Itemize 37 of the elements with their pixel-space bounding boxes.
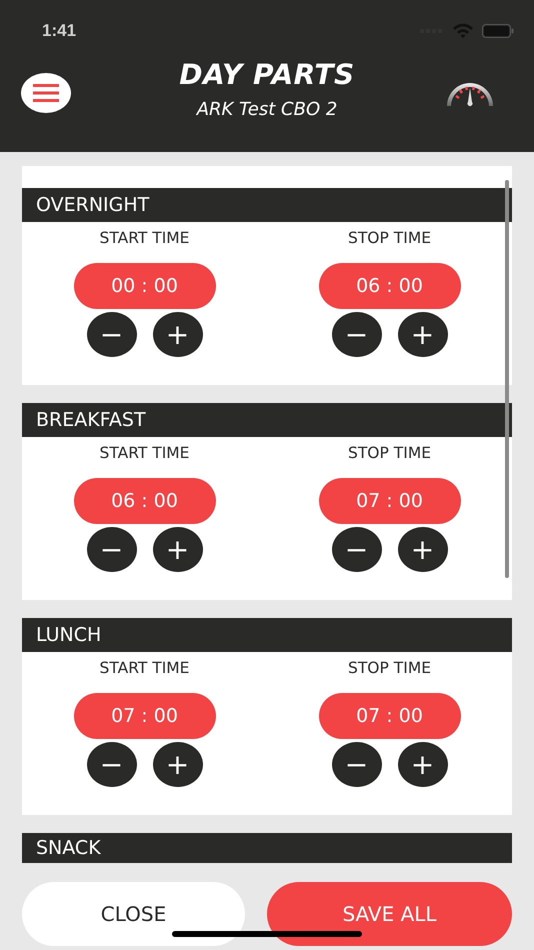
close-button[interactable]: CLOSE xyxy=(22,882,245,946)
menu-icon xyxy=(33,84,59,102)
time-value-button[interactable]: 00 : 00 xyxy=(74,263,216,309)
store-name: ARK Test CBO 2 xyxy=(196,99,338,120)
time-value-button[interactable]: 07 : 00 xyxy=(318,693,460,739)
increment-button[interactable]: + xyxy=(152,527,202,572)
menu-button[interactable] xyxy=(21,73,71,113)
time-label: START TIME xyxy=(100,229,190,249)
increment-button[interactable]: + xyxy=(152,312,202,357)
time-value-button[interactable]: 06 : 00 xyxy=(74,478,216,524)
time-label: STOP TIME xyxy=(348,444,431,464)
decrement-button[interactable]: − xyxy=(86,312,136,357)
time-value-button[interactable]: 07 : 00 xyxy=(74,693,216,739)
time-label: STOP TIME xyxy=(348,229,431,249)
increment-button[interactable]: + xyxy=(152,742,202,787)
battery-icon xyxy=(482,24,514,38)
increment-button[interactable]: + xyxy=(398,742,448,787)
time-value-button[interactable]: 07 : 00 xyxy=(318,478,460,524)
decrement-button[interactable]: − xyxy=(332,742,382,787)
section-header: BREAKFAST xyxy=(22,403,512,437)
section-header: OVERNIGHT xyxy=(22,188,512,222)
wifi-icon xyxy=(452,23,474,39)
decrement-button[interactable]: − xyxy=(332,527,382,572)
decrement-button[interactable]: − xyxy=(86,527,136,572)
decrement-button[interactable]: − xyxy=(86,742,136,787)
save-all-button[interactable]: SAVE ALL xyxy=(267,882,512,946)
increment-button[interactable]: + xyxy=(398,527,448,572)
decrement-button[interactable]: − xyxy=(332,312,382,357)
section-header: SNACK xyxy=(22,833,512,863)
section-header: LUNCH xyxy=(22,618,512,652)
page-title: DAY PARTS xyxy=(179,58,355,91)
status-time: 1:41 xyxy=(42,21,78,41)
increment-button[interactable]: + xyxy=(398,312,448,357)
time-label: STOP TIME xyxy=(348,659,431,679)
time-label: START TIME xyxy=(100,444,190,464)
time-value-button[interactable]: 06 : 00 xyxy=(318,263,460,309)
time-label: START TIME xyxy=(100,659,190,679)
